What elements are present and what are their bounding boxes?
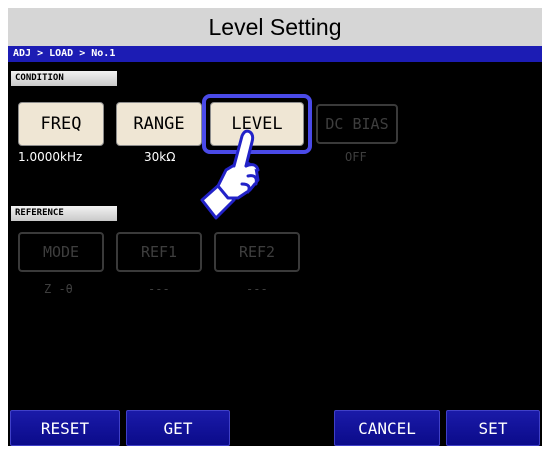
pointing-hand-icon [200, 129, 260, 220]
device-screen: ADJ > LOAD > No.1 CONDITION FREQ 1.0000k… [8, 46, 542, 446]
window-title: Level Setting [8, 8, 542, 46]
cancel-button[interactable]: CANCEL [334, 410, 440, 446]
set-button[interactable]: SET [446, 410, 540, 446]
breadcrumb: ADJ > LOAD > No.1 [8, 46, 542, 62]
condition-section-label: CONDITION [11, 71, 117, 86]
reset-button[interactable]: RESET [10, 410, 120, 446]
ref1-button[interactable]: REF1 [116, 232, 202, 272]
dc-bias-button[interactable]: DC BIAS [316, 104, 398, 144]
range-button[interactable]: RANGE [116, 102, 202, 146]
mode-value: Z -θ [44, 282, 73, 296]
get-button[interactable]: GET [126, 410, 230, 446]
reference-section-label: REFERENCE [11, 206, 117, 221]
ref1-value: --- [148, 282, 170, 296]
range-value: 30kΩ [144, 150, 176, 164]
ref2-button[interactable]: REF2 [214, 232, 300, 272]
freq-value: 1.0000kHz [18, 150, 83, 164]
mode-button[interactable]: MODE [18, 232, 104, 272]
dc-bias-value: OFF [345, 150, 367, 164]
ref2-value: --- [246, 282, 268, 296]
freq-button[interactable]: FREQ [18, 102, 104, 146]
